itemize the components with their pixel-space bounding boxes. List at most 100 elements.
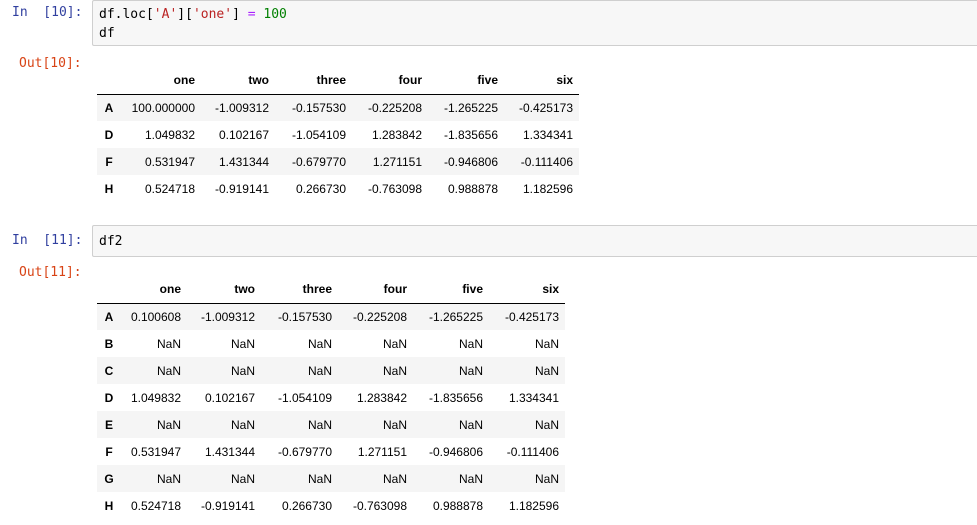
table-cell: -1.054109 [291,127,346,142]
in-prompt-11: In [11]: [12,233,83,248]
code-input-11[interactable]: df2 [92,225,977,257]
table-cell: NaN [458,417,483,432]
column-header: five [428,67,504,95]
table-cell: -1.265225 [428,309,483,324]
table-cell: -1.835656 [443,127,498,142]
code-line: df [99,26,115,41]
table-cell: 0.266730 [295,181,346,196]
table-row: H 0.524718 -0.919141 0.266730 -0.763098 0.988… [97,492,565,519]
column-header: one [121,67,201,95]
table-cell: 1.182596 [522,181,573,196]
table-cell: NaN [230,417,255,432]
column-header: six [504,67,579,95]
row-index-label: H [104,181,114,196]
table-row: H 0.524718 -0.919141 0.266730 -0.763098 0.988… [97,175,579,202]
table-cell: NaN [307,417,332,432]
table-cell: NaN [458,336,483,351]
table-cell: -1.054109 [277,390,332,405]
table-cell: NaN [230,336,255,351]
table-cell: 0.100608 [130,309,181,324]
table-cell: NaN [382,363,407,378]
table-cell: -0.225208 [352,309,407,324]
table-cell: 0.988878 [432,498,483,513]
table-header-row: one two three four five six [97,276,565,304]
index-header-blank [97,67,121,95]
code-number: 100 [263,7,287,22]
table-cell: -1.009312 [200,309,255,324]
column-header: one [121,276,187,304]
table-cell: -0.919141 [200,498,255,513]
table-cell: NaN [534,417,559,432]
table-cell: 1.283842 [371,127,422,142]
code-token: ][ [177,7,193,22]
table-cell: 0.531947 [144,154,195,169]
table-cell: NaN [307,336,332,351]
index-header-blank [97,276,121,304]
table-cell: -0.111406 [506,444,559,459]
table-cell: NaN [156,363,181,378]
table-cell: NaN [307,363,332,378]
table-cell: 0.988878 [447,181,498,196]
dataframe-output-11: one two three four five six A 0.100608 -1.00931… [97,276,565,519]
table-cell: NaN [307,471,332,486]
table-cell: 0.524718 [144,181,195,196]
table-cell: -0.946806 [428,444,483,459]
table-row: G NaN NaN NaN NaN NaN NaN [97,465,565,492]
column-header: six [489,276,565,304]
table-row: A 100.000000 -1.009312 -0.157530 -0.225208 -1… [97,94,579,121]
row-index-label: B [104,336,114,351]
row-index-label: D [104,390,114,405]
table-cell: -0.225208 [367,100,422,115]
table-cell: -0.157530 [277,309,332,324]
row-index-label: F [105,444,113,459]
column-header: four [352,67,428,95]
table-cell: 1.271151 [372,154,422,169]
table-cell: 0.102167 [204,390,255,405]
out-prompt-10: Out[10]: [19,56,82,71]
table-cell: -0.425173 [504,309,559,324]
table-cell: NaN [230,471,255,486]
table-row: F 0.531947 1.431344 -0.679770 1.271151 -0.946… [97,438,565,465]
table-row: D 1.049832 0.102167 -1.054109 1.283842 -1.835… [97,121,579,148]
table-cell: -1.009312 [214,100,269,115]
column-header: three [275,67,352,95]
table-cell: 0.531947 [130,444,181,459]
table-cell: -0.763098 [352,498,407,513]
table-cell: NaN [534,363,559,378]
table-cell: -0.157530 [291,100,346,115]
table-cell: 1.283842 [356,390,407,405]
column-header: three [261,276,338,304]
row-index-label: A [104,100,114,115]
column-header: two [201,67,275,95]
table-cell: -0.946806 [443,154,498,169]
table-cell: 1.431344 [218,154,269,169]
code-line: df2 [99,234,123,249]
code-input-10[interactable]: df.loc['A']['one'] = 100 df [92,0,977,46]
table-cell: -0.919141 [214,181,269,196]
table-header-row: one two three four five six [97,67,579,95]
table-row: E NaN NaN NaN NaN NaN NaN [97,411,565,438]
table-cell: -1.835656 [428,390,483,405]
table-cell: 1.431344 [204,444,255,459]
table-cell: 1.049832 [130,390,181,405]
row-index-label: F [105,154,113,169]
in-prompt-10: In [10]: [12,5,83,20]
row-index-label: C [104,363,114,378]
table-cell: NaN [156,471,181,486]
column-header: five [413,276,489,304]
table-row: D 1.049832 0.102167 -1.054109 1.283842 -1.835… [97,384,565,411]
table-cell: -0.425173 [518,100,573,115]
code-token: df [99,7,115,22]
table-cell: -1.265225 [443,100,498,115]
table-cell: NaN [156,417,181,432]
table-row: A 0.100608 -1.009312 -0.157530 -0.225208 -1.2… [97,303,565,330]
table-cell: NaN [458,363,483,378]
code-token: .loc[ [114,7,154,22]
row-index-label: H [104,498,114,513]
table-cell: NaN [458,471,483,486]
code-string: 'one' [192,7,233,22]
out-prompt-11: Out[11]: [19,265,82,280]
table-cell: 0.266730 [281,498,332,513]
table-cell: NaN [382,417,407,432]
table-cell: 0.524718 [130,498,181,513]
